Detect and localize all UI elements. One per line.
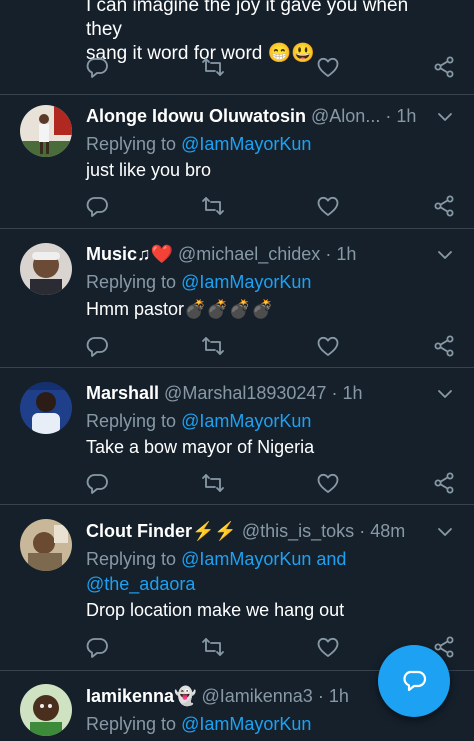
retweet-icon[interactable] [201,635,225,659]
tweet-header: Clout Finder⚡⚡ @this_is_toks · 48m [86,518,434,544]
timestamp: 1h [336,244,357,264]
chevron-down-icon[interactable] [436,385,454,403]
compose-message-button[interactable] [378,645,450,717]
replying-to-label: Replying to [86,549,182,569]
tweet-item[interactable]: Music♫❤️ @michael_chidex · 1h Replying t… [0,229,474,368]
mention-link[interactable]: @IamMayorKun [181,549,311,569]
user-handle[interactable]: @michael_chidex [178,244,320,264]
display-name[interactable]: Marshall [86,383,159,403]
chevron-down-icon[interactable] [436,246,454,264]
chevron-down-icon[interactable] [436,523,454,541]
tweet-emojis: 💣💣💣💣 [184,299,274,319]
share-icon[interactable] [432,194,456,218]
replying-to: Replying to @IamMayorKun [86,408,454,434]
user-handle[interactable]: @this_is_toks [242,521,354,541]
retweet-icon[interactable] [201,194,225,218]
replying-to: Replying to @IamMayorKun and [86,546,454,572]
display-name[interactable]: Music♫ [86,244,151,264]
timestamp: 1h [342,383,363,403]
mention-link[interactable]: @IamMayorKun [181,411,311,431]
timestamp: 1h [396,106,417,126]
separator-dot: · [317,686,324,706]
replying-to-line2: @the_adaora [86,571,454,597]
reply-icon[interactable] [85,471,109,495]
share-icon[interactable] [432,471,456,495]
avatar[interactable] [20,684,72,736]
replying-to-label: Replying to [86,714,182,734]
tweet-text: Hmm pastor💣💣💣💣 [86,296,454,322]
retweet-icon[interactable] [201,55,225,79]
partial-tweet[interactable]: I can imagine the joy it gave you when t… [0,0,474,95]
display-name[interactable]: Alonge Idowu Oluwatosin [86,106,306,126]
replying-to: Replying to @IamMayorKun [86,269,454,295]
avatar[interactable] [20,243,72,295]
display-name[interactable]: Iamikenna [86,686,174,706]
reply-icon[interactable] [85,635,109,659]
reply-icon[interactable] [85,55,109,79]
heart-icon[interactable] [316,635,340,659]
name-emoji: 👻 [174,686,197,706]
replying-to-label: Replying to [86,272,182,292]
partial-tweet-line1: I can imagine the joy it gave you when t… [86,0,409,40]
tweet-text: Drop location make we hang out [86,597,454,623]
replying-to-label: Replying to [86,411,182,431]
tweet-body: Hmm pastor [86,299,185,319]
reply-feed: I can imagine the joy it gave you when t… [0,0,474,741]
separator-dot: · [359,521,366,541]
new-message-icon [403,670,427,692]
retweet-icon[interactable] [201,471,225,495]
replying-to: Replying to @IamMayorKun [86,131,454,157]
user-handle[interactable]: @Iamikenna3 [201,686,312,706]
timestamp: 48m [370,521,406,541]
tweet-text: Take a bow mayor of Nigeria [86,434,454,460]
tweet-header: Marshall @Marshal18930247 · 1h [86,380,434,406]
chevron-down-icon[interactable] [436,108,454,126]
avatar[interactable] [20,382,72,434]
tweet-actions [0,194,474,220]
heart-icon[interactable] [316,194,340,218]
share-icon[interactable] [432,55,456,79]
name-emoji: ❤️ [150,244,173,264]
reply-icon[interactable] [85,194,109,218]
replying-to: Replying to @IamMayorKun [86,711,454,737]
heart-icon[interactable] [316,334,340,358]
user-handle[interactable]: @Alon... [311,106,380,126]
tweet-text: just like you bro [86,157,454,183]
separator-dot: · [331,383,338,403]
mention-link[interactable]: @the_adaora [86,574,195,594]
user-handle[interactable]: @Marshal18930247 [164,383,326,403]
heart-icon[interactable] [316,55,340,79]
tweet-item[interactable]: Marshall @Marshal18930247 · 1h Replying … [0,368,474,505]
tweet-body: Take a bow mayor of Nigeria [86,437,315,457]
heart-icon[interactable] [316,471,340,495]
tweet-header: Music♫❤️ @michael_chidex · 1h [86,241,434,267]
reply-icon[interactable] [85,334,109,358]
mention-link[interactable]: @IamMayorKun [181,714,311,734]
mention-conjunction: and [311,549,347,569]
timestamp: 1h [328,686,349,706]
tweet-header: Alonge Idowu Oluwatosin @Alon... · 1h [86,103,434,129]
avatar[interactable] [20,105,72,157]
tweet-body: Drop location make we hang out [86,600,345,620]
separator-dot: · [385,106,392,126]
tweet-actions [0,55,474,81]
retweet-icon[interactable] [201,334,225,358]
share-icon[interactable] [432,334,456,358]
replying-to-label: Replying to [86,134,182,154]
name-emoji: ⚡⚡ [192,521,237,541]
avatar[interactable] [20,519,72,571]
tweet-actions [0,471,474,497]
separator-dot: · [325,244,332,264]
mention-link[interactable]: @IamMayorKun [181,272,311,292]
mention-link[interactable]: @IamMayorKun [181,134,311,154]
tweet-actions [0,334,474,360]
tweet-body: just like you bro [86,160,212,180]
display-name[interactable]: Clout Finder [86,521,192,541]
tweet-item[interactable]: Alonge Idowu Oluwatosin @Alon... · 1h Re… [0,95,474,229]
